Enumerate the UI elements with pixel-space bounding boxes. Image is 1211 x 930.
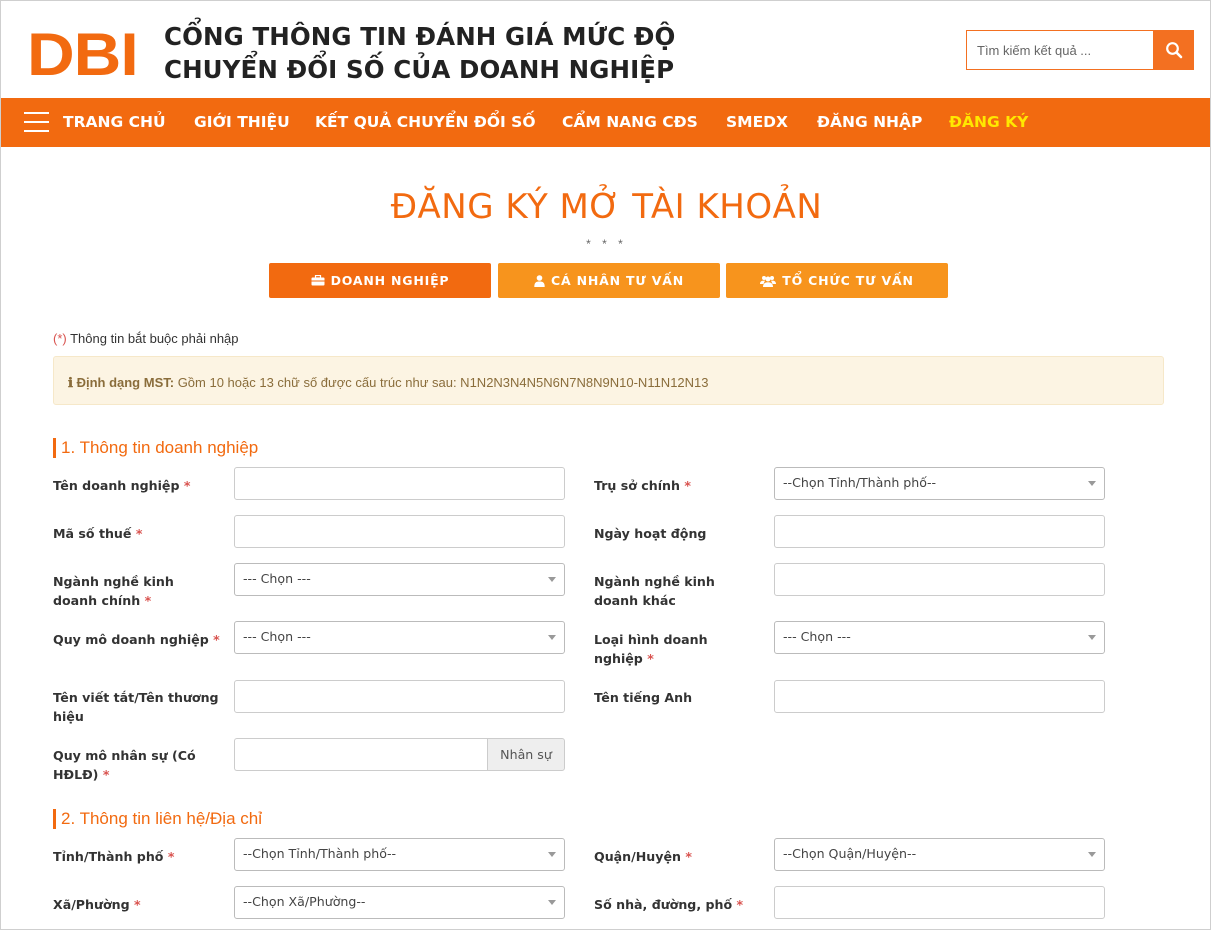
logo-text: DBI <box>27 19 139 89</box>
ward-select[interactable]: --Chọn Xã/Phường-- <box>234 886 565 919</box>
tab-ca-nhan-tu-van[interactable]: CÁ NHÂN TƯ VẤN <box>498 263 720 298</box>
company-size-select[interactable]: --- Chọn --- <box>234 621 565 654</box>
select-value: --- Chọn --- <box>243 571 311 586</box>
tab-label: TỔ CHỨC TƯ VẤN <box>782 273 914 288</box>
label-headcount: Quy mô nhân sự (Có HĐLĐ) * <box>53 748 196 782</box>
other-industry-input[interactable] <box>774 563 1105 596</box>
district-select[interactable]: --Chọn Quận/Huyện-- <box>774 838 1105 871</box>
nav-item-ket-qua[interactable]: KẾT QUẢ CHUYỂN ĐỔI SỐ <box>315 113 536 131</box>
chevron-down-icon <box>1088 852 1096 857</box>
required-note-text: Thông tin bắt buộc phải nhập <box>66 331 239 346</box>
short-name-input[interactable] <box>234 680 565 713</box>
title-divider: * * * <box>586 237 627 251</box>
label-tax-code: Mã số thuế * <box>53 526 143 541</box>
label-ward: Xã/Phường * <box>53 897 141 912</box>
company-name-input[interactable] <box>234 467 565 500</box>
chevron-down-icon <box>548 852 556 857</box>
main-industry-select[interactable]: --- Chọn --- <box>234 563 565 596</box>
page-title: ĐĂNG KÝ MỞ TÀI KHOẢN <box>390 187 823 227</box>
label-short-name: Tên viết tắt/Tên thương hiệu <box>53 690 219 724</box>
street-address-input[interactable] <box>774 886 1105 919</box>
site-title-line2: CHUYỂN ĐỔI SỐ CỦA DOANH NGHIỆP <box>164 55 675 84</box>
label-company-type: Loại hình doanh nghiệp * <box>594 632 708 666</box>
nav-item-dang-ky[interactable]: ĐĂNG KÝ <box>949 113 1028 131</box>
select-value: --Chọn Tỉnh/Thành phố-- <box>243 846 397 861</box>
english-name-input[interactable] <box>774 680 1105 713</box>
headcount-addon: Nhân sự <box>487 738 565 771</box>
section-title-company: 1. Thông tin doanh nghiệp <box>53 438 258 458</box>
headcount-input-group: Nhân sự <box>234 738 565 771</box>
tax-code-input[interactable] <box>234 515 565 548</box>
chevron-down-icon <box>1088 635 1096 640</box>
search-box <box>966 30 1194 70</box>
alert-text: Gồm 10 hoặc 13 chữ số được cấu trúc như … <box>174 375 709 390</box>
select-value: --Chọn Xã/Phường-- <box>243 894 366 909</box>
tax-code-format-alert: ℹ Định dạng MST: Gồm 10 hoặc 13 chữ số đ… <box>53 356 1164 405</box>
user-icon <box>534 274 545 287</box>
company-type-select[interactable]: --- Chọn --- <box>774 621 1105 654</box>
info-icon: ℹ <box>68 375 73 390</box>
chevron-down-icon <box>1088 481 1096 486</box>
label-district: Quận/Huyện * <box>594 849 692 864</box>
search-input[interactable] <box>966 30 1153 70</box>
nav-item-smedx[interactable]: SMEDX <box>726 113 788 131</box>
label-start-date: Ngày hoạt động <box>594 526 707 541</box>
search-icon <box>1165 42 1182 59</box>
label-province: Tỉnh/Thành phố * <box>53 849 175 864</box>
label-english-name: Tên tiếng Anh <box>594 690 693 705</box>
headcount-input[interactable] <box>234 738 487 771</box>
chevron-down-icon <box>548 577 556 582</box>
chevron-down-icon <box>548 900 556 905</box>
tab-to-chuc-tu-van[interactable]: TỔ CHỨC TƯ VẤN <box>726 263 948 298</box>
select-value: --Chọn Quận/Huyện-- <box>783 846 917 861</box>
tab-label: DOANH NGHIỆP <box>330 273 450 288</box>
required-star: (*) <box>53 331 67 346</box>
nav-item-gioi-thieu[interactable]: GIỚI THIỆU <box>194 113 290 131</box>
start-date-input[interactable] <box>774 515 1105 548</box>
search-button[interactable] <box>1153 30 1194 70</box>
nav-item-trang-chu[interactable]: TRANG CHỦ <box>63 113 166 131</box>
tab-label: CÁ NHÂN TƯ VẤN <box>551 273 684 288</box>
province-select[interactable]: --Chọn Tỉnh/Thành phố-- <box>234 838 565 871</box>
site-title-line1: CỔNG THÔNG TIN ĐÁNH GIÁ MỨC ĐỘ <box>164 22 676 51</box>
alert-label: Định dạng MST: <box>76 375 175 390</box>
nav-item-dang-nhap[interactable]: ĐĂNG NHẬP <box>817 113 922 131</box>
users-icon <box>760 275 777 287</box>
select-value: --- Chọn --- <box>243 629 311 644</box>
logo[interactable]: DBI <box>27 19 139 89</box>
label-company-size: Quy mô doanh nghiệp * <box>53 632 220 647</box>
label-main-industry: Ngành nghề kinh doanh chính * <box>53 574 174 608</box>
label-company-name: Tên doanh nghiệp * <box>53 478 191 493</box>
label-other-industry: Ngành nghề kinh doanh khác <box>594 574 715 608</box>
main-nav: TRANG CHỦ GIỚI THIỆU KẾT QUẢ CHUYỂN ĐỔI … <box>1 98 1210 147</box>
label-head-office: Trụ sở chính * <box>594 478 691 493</box>
briefcase-icon <box>311 275 325 286</box>
select-value: --- Chọn --- <box>783 629 851 644</box>
required-note: (*) Thông tin bắt buộc phải nhập <box>53 331 239 346</box>
site-title: CỔNG THÔNG TIN ĐÁNH GIÁ MỨC ĐỘ CHUYỂN ĐỔ… <box>164 20 675 86</box>
nav-item-cam-nang[interactable]: CẨM NANG CĐS <box>562 113 698 131</box>
site-header: DBI CỔNG THÔNG TIN ĐÁNH GIÁ MỨC ĐỘ CHUYỂ… <box>1 1 1210 98</box>
label-street-address: Số nhà, đường, phố * <box>594 897 744 912</box>
chevron-down-icon <box>548 635 556 640</box>
section-title-contact: 2. Thông tin liên hệ/Địa chỉ <box>53 809 262 829</box>
menu-icon[interactable] <box>24 112 49 132</box>
select-value: --Chọn Tỉnh/Thành phố-- <box>783 475 937 490</box>
head-office-select[interactable]: --Chọn Tỉnh/Thành phố-- <box>774 467 1105 500</box>
tab-doanh-nghiep[interactable]: DOANH NGHIỆP <box>269 263 491 298</box>
